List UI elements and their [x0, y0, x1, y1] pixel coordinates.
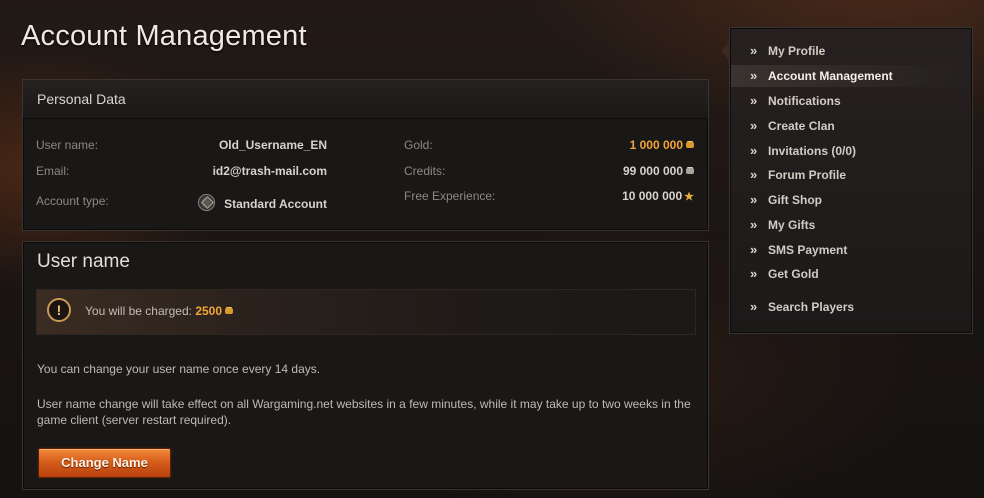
- chevron-right-icon: »: [750, 43, 757, 58]
- email-label: Email:: [36, 164, 70, 178]
- chevron-right-icon: »: [750, 299, 757, 314]
- free-exp-label: Free Experience:: [404, 189, 496, 203]
- sidebar-item-label: Forum Profile: [768, 168, 847, 182]
- credits-value: 99 000 000: [623, 164, 694, 178]
- gold-value: 1 000 000: [630, 138, 694, 152]
- chevron-right-icon: »: [750, 192, 757, 207]
- warning-icon: !: [47, 298, 71, 322]
- free-exp-value: 10 000 000 ★: [622, 189, 694, 203]
- chevron-right-icon: »: [750, 118, 757, 133]
- sidebar-item-label: Gift Shop: [768, 193, 822, 207]
- username-value: Old_Username_EN: [218, 138, 327, 152]
- personal-data-panel: Personal Data User name: Old_Username_EN…: [22, 79, 709, 231]
- chevron-right-icon: »: [750, 93, 757, 108]
- sidebar-item-label: Invitations (0/0): [768, 144, 857, 158]
- charge-text: You will be charged: 2500: [85, 304, 234, 318]
- sidebar-item-account-management[interactable]: » Account Management: [731, 65, 971, 87]
- sidebar-item-gift-shop[interactable]: » Gift Shop: [731, 189, 971, 211]
- sidebar-item-label: Account Management: [768, 69, 893, 83]
- charge-coin-icon: [225, 308, 234, 314]
- free-exp-amount: 10 000 000: [622, 189, 683, 203]
- star-icon: ★: [684, 191, 694, 203]
- chevron-right-icon: »: [750, 217, 757, 232]
- sidebar-item-label: SMS Payment: [768, 243, 848, 257]
- account-rank-icon: [198, 194, 216, 211]
- chevron-right-icon: »: [750, 167, 757, 182]
- gold-amount: 1 000 000: [629, 138, 683, 152]
- page-title: Account Management: [21, 20, 307, 52]
- sidebar-item-my-gifts[interactable]: » My Gifts: [731, 214, 971, 236]
- gold-coin-icon: [686, 142, 694, 148]
- email-value: id2@trash-mail.com: [212, 164, 327, 178]
- chevron-right-icon: »: [750, 143, 757, 158]
- credits-coin-icon: [686, 168, 694, 174]
- charge-label: You will be charged:: [85, 304, 192, 318]
- sidebar-item-sms-payment[interactable]: » SMS Payment: [731, 239, 971, 261]
- charge-notice: ! You will be charged: 2500: [36, 289, 696, 335]
- sidebar-item-label: My Gifts: [768, 218, 816, 232]
- chevron-right-icon: »: [750, 68, 757, 83]
- sidebar-nav: » My Profile » Account Management » Noti…: [721, 27, 973, 334]
- gold-label: Gold:: [404, 138, 433, 152]
- sidebar-item-label: Create Clan: [768, 119, 835, 133]
- sidebar-item-label: Notifications: [768, 94, 841, 108]
- account-type-label: Account type:: [36, 194, 109, 208]
- sidebar-item-search-players[interactable]: » Search Players: [731, 296, 971, 318]
- chevron-right-icon: »: [750, 266, 757, 281]
- sidebar-item-get-gold[interactable]: » Get Gold: [731, 263, 971, 285]
- sidebar-tab-notch: [721, 41, 730, 61]
- sidebar-item-label: Search Players: [768, 300, 855, 314]
- sidebar-item-forum-profile[interactable]: » Forum Profile: [731, 164, 971, 186]
- charge-amount: 2500: [195, 304, 223, 318]
- sidebar-item-my-profile[interactable]: » My Profile: [731, 40, 971, 62]
- chevron-right-icon: »: [750, 242, 757, 257]
- change-name-button[interactable]: Change Name: [38, 448, 171, 478]
- info-text-propagation: User name change will take effect on all…: [37, 397, 691, 427]
- sidebar-item-invitations[interactable]: » Invitations (0/0): [731, 140, 971, 162]
- credits-amount: 99 000 000: [622, 164, 683, 178]
- username-label: User name:: [36, 138, 99, 152]
- account-type-value: Standard Account: [198, 194, 327, 211]
- sidebar-item-create-clan[interactable]: » Create Clan: [731, 115, 971, 137]
- credits-label: Credits:: [404, 164, 446, 178]
- sidebar-item-label: My Profile: [768, 44, 826, 58]
- username-panel: User name ! You will be charged: 2500 Yo…: [22, 241, 709, 490]
- sidebar-item-label: Get Gold: [768, 267, 819, 281]
- username-panel-title: User name: [37, 251, 130, 272]
- info-text-frequency: You can change your user name once every…: [37, 362, 321, 376]
- personal-data-title: Personal Data: [23, 80, 708, 119]
- sidebar-item-notifications[interactable]: » Notifications: [731, 90, 971, 112]
- account-type-text: Standard Account: [224, 197, 327, 211]
